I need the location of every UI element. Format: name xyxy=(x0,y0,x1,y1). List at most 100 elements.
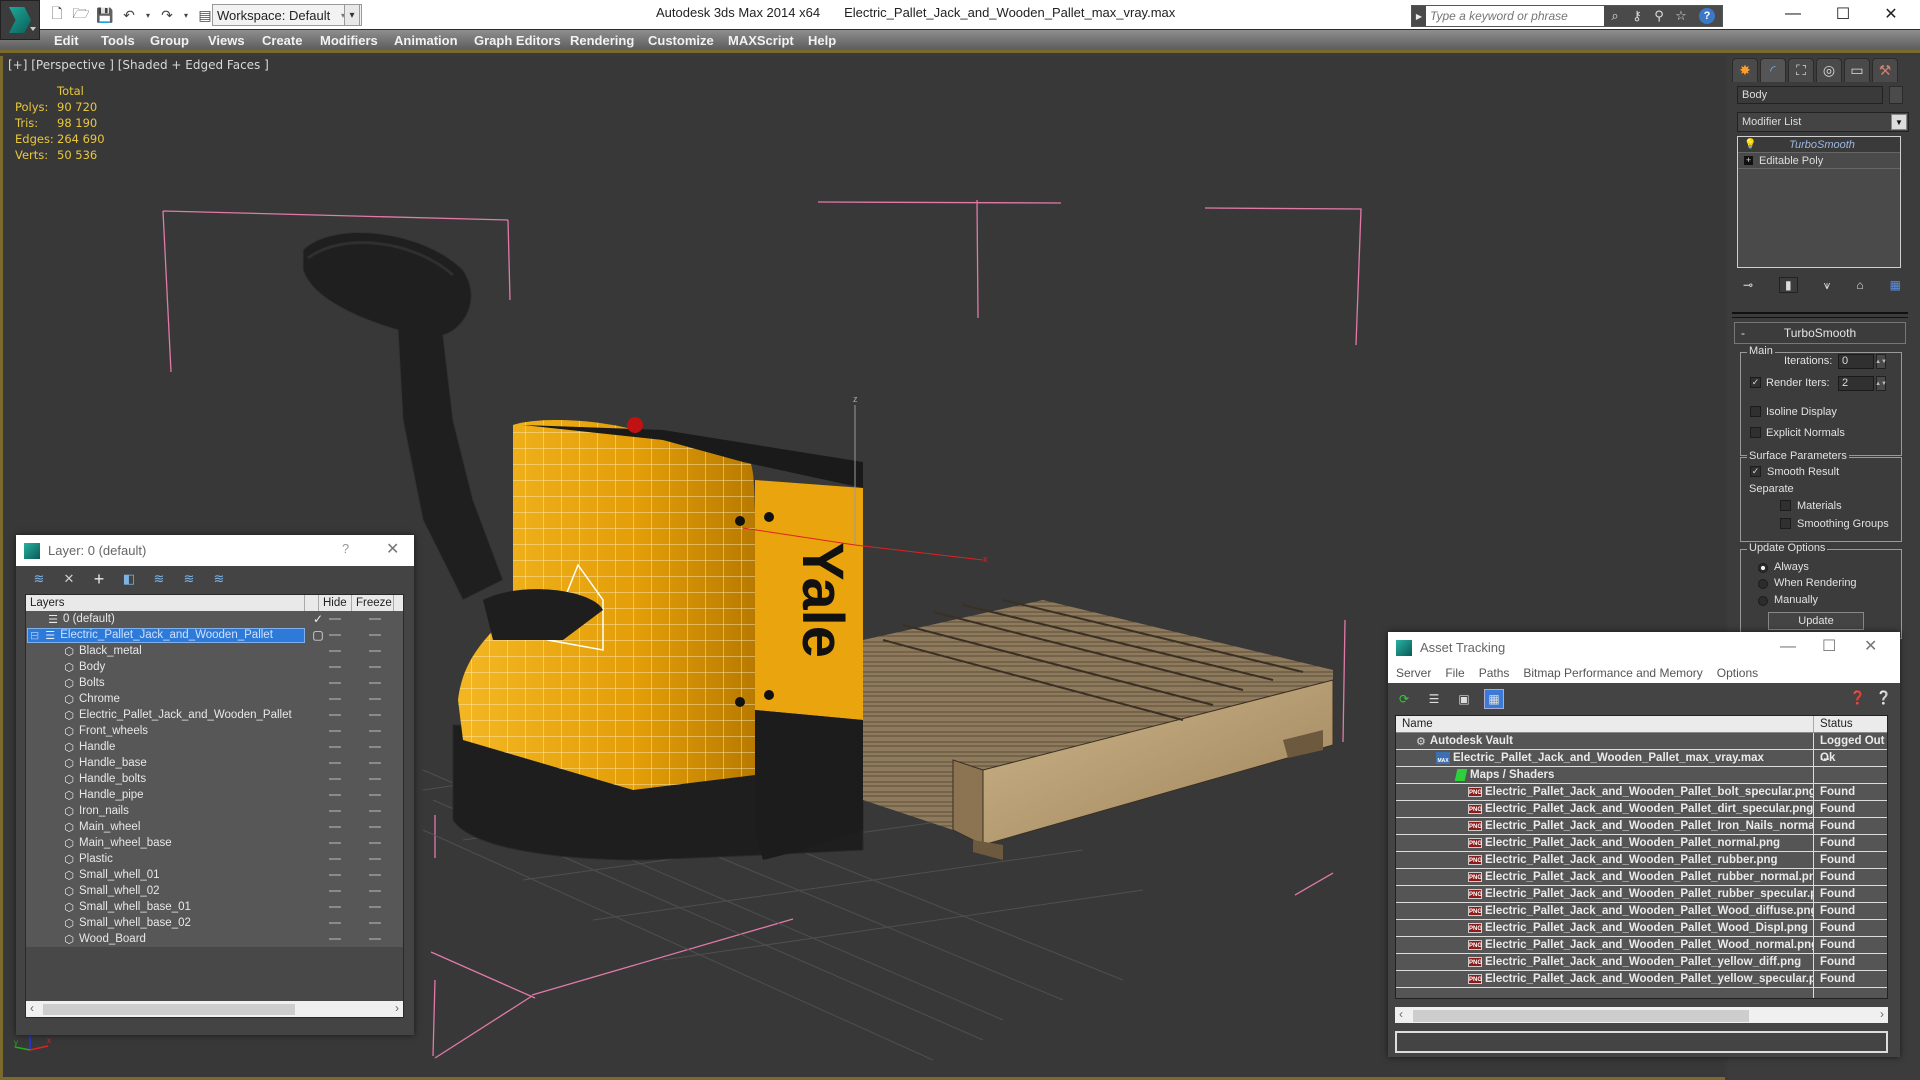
modify-icon[interactable]: ◜ xyxy=(1760,58,1786,82)
satellite-icon[interactable]: ⚲ xyxy=(1648,6,1670,26)
star-icon[interactable]: ☆ xyxy=(1670,6,1692,26)
asset-row[interactable]: PNG Electric_Pallet_Jack_and_Wooden_Palle… xyxy=(1396,852,1887,869)
menu-help[interactable]: Help xyxy=(808,33,836,48)
thumbnail-view-icon[interactable]: ▣ xyxy=(1454,689,1474,709)
stack-item-turbosmooth[interactable]: 💡 TurboSmooth xyxy=(1738,137,1900,153)
asset-row[interactable]: PNG Electric_Pallet_Jack_and_Wooden_Palle… xyxy=(1396,971,1887,988)
asset-row[interactable]: PNG Electric_Pallet_Jack_and_Wooden_Palle… xyxy=(1396,801,1887,818)
render-iters-spinner-field[interactable]: 2 xyxy=(1838,376,1874,391)
asset-name-cell[interactable]: PNG Electric_Pallet_Jack_and_Wooden_Palle… xyxy=(1396,869,1814,885)
asset-name-cell[interactable]: PNG Electric_Pallet_Jack_and_Wooden_Palle… xyxy=(1396,954,1814,970)
asset-row[interactable]: PNG Electric_Pallet_Jack_and_Wooden_Palle… xyxy=(1396,937,1887,954)
maximize-icon[interactable]: ☐ xyxy=(1822,636,1836,656)
object-row[interactable]: ⬡ Plastic xyxy=(26,851,403,867)
scrollbar-thumb[interactable] xyxy=(1413,1010,1749,1022)
object-row[interactable]: ⬡ Handle_bolts xyxy=(26,771,403,787)
freeze-toggle[interactable] xyxy=(369,890,381,892)
hide-toggle[interactable] xyxy=(329,714,341,716)
hierarchy-icon[interactable]: ⛶ xyxy=(1788,58,1814,82)
menu-animation[interactable]: Animation xyxy=(394,33,458,48)
object-name-cell[interactable]: ⬡ Handle_pipe xyxy=(62,789,143,802)
object-name-cell[interactable]: ⬡ Front_wheels xyxy=(62,725,148,738)
add-to-layer-icon[interactable]: + xyxy=(90,569,108,589)
application-menu-button[interactable] xyxy=(0,0,40,40)
show-end-result-icon[interactable]: ▮ xyxy=(1779,277,1798,293)
horizontal-scrollbar[interactable]: ‹ › xyxy=(26,1001,403,1017)
configure-sets-icon[interactable]: ▦ xyxy=(1890,278,1901,292)
object-name-cell[interactable]: ⬡ Handle_base xyxy=(62,757,147,770)
undo-icon[interactable]: ↶ xyxy=(120,6,138,24)
render-iters-spinner-arrows[interactable]: ▲▼ xyxy=(1875,376,1887,391)
asset-row[interactable]: MAX Electric_Pallet_Jack_and_Wooden_Palle… xyxy=(1396,750,1887,767)
menu-maxscript[interactable]: MAXScript xyxy=(728,33,794,48)
hide-freeze-all-icon[interactable]: ≋ xyxy=(210,570,228,588)
object-row[interactable]: ⬡ Chrome xyxy=(26,691,403,707)
menu-rendering[interactable]: Rendering xyxy=(570,33,634,48)
object-row[interactable]: ⬡ Small_whell_02 xyxy=(26,883,403,899)
object-row[interactable]: ⬡ Small_whell_base_02 xyxy=(26,915,403,931)
hide-toggle[interactable] xyxy=(329,858,341,860)
object-row[interactable]: ⬡ Body xyxy=(26,659,403,675)
qat-customize-icon[interactable]: ▾ xyxy=(344,4,360,26)
lightbulb-icon[interactable]: 💡 xyxy=(1744,139,1756,150)
column-freeze[interactable]: Freeze xyxy=(352,595,394,611)
menu-group[interactable]: Group xyxy=(150,33,189,48)
object-name-cell[interactable]: ⬡ Wood_Board xyxy=(62,933,146,946)
save-icon[interactable]: 💾 xyxy=(96,6,114,24)
redo-dropdown-icon[interactable]: ▾ xyxy=(182,6,190,24)
menu-options[interactable]: Options xyxy=(1717,666,1758,680)
asset-name-cell[interactable]: PNG Electric_Pallet_Jack_and_Wooden_Palle… xyxy=(1396,971,1814,987)
help-icon[interactable]: ❔ xyxy=(1876,690,1892,706)
freeze-toggle[interactable] xyxy=(369,842,381,844)
object-name-cell[interactable]: ⬡ Iron_nails xyxy=(62,805,129,818)
hide-toggle[interactable] xyxy=(329,666,341,668)
object-row[interactable]: ⬡ Handle xyxy=(26,739,403,755)
object-name-field[interactable]: Body xyxy=(1737,86,1883,104)
binoculars-icon[interactable]: ⌕ xyxy=(1604,6,1626,26)
column-layers[interactable]: Layers xyxy=(26,595,305,611)
key-icon[interactable]: ⚷ xyxy=(1626,6,1648,26)
object-row[interactable]: ⬡ Wood_Board xyxy=(26,931,403,947)
close-icon[interactable]: ✕ xyxy=(1864,636,1877,656)
menu-customize[interactable]: Customize xyxy=(648,33,714,48)
hide-toggle[interactable] xyxy=(329,842,341,844)
object-row[interactable]: ⬡ Black_metal xyxy=(26,643,403,659)
asset-row[interactable]: PNG Electric_Pallet_Jack_and_Wooden_Palle… xyxy=(1396,920,1887,937)
freeze-toggle[interactable] xyxy=(369,922,381,924)
expand-plus-icon[interactable]: + xyxy=(1744,156,1753,165)
menu-bitmap-performance[interactable]: Bitmap Performance and Memory xyxy=(1523,666,1702,680)
update-always-radio[interactable] xyxy=(1758,563,1768,573)
layer-name-cell[interactable]: ⊟ ☰ Electric_Pallet_Jack_and_Wooden_Pallet xyxy=(27,627,305,643)
hide-toggle[interactable] xyxy=(329,794,341,796)
object-name-cell[interactable]: ⬡ Small_whell_02 xyxy=(62,885,159,898)
freeze-toggle[interactable] xyxy=(369,874,381,876)
table-view-icon[interactable]: ▦ xyxy=(1484,689,1504,709)
materials-checkbox[interactable] xyxy=(1780,500,1791,511)
hide-toggle[interactable] xyxy=(329,874,341,876)
asset-name-cell[interactable]: MAX Electric_Pallet_Jack_and_Wooden_Palle… xyxy=(1396,750,1814,766)
vault-help-icon[interactable]: ❓ xyxy=(1850,690,1866,706)
freeze-toggle[interactable] xyxy=(369,778,381,780)
redo-icon[interactable]: ↷ xyxy=(158,6,176,24)
make-unique-icon[interactable]: ⩛ xyxy=(1824,278,1831,293)
freeze-toggle[interactable] xyxy=(369,698,381,700)
object-name-cell[interactable]: ⬡ Handle_bolts xyxy=(62,773,146,786)
close-icon[interactable]: ✕ xyxy=(386,539,399,559)
horizontal-scrollbar[interactable]: ‹ › xyxy=(1395,1007,1888,1023)
asset-row[interactable]: ⚙ Autodesk Vault Logged Out ... xyxy=(1396,733,1887,763)
asset-name-cell[interactable]: PNG Electric_Pallet_Jack_and_Wooden_Palle… xyxy=(1396,886,1814,902)
highlight-layer-icon[interactable]: ≋ xyxy=(180,570,198,588)
layer-row[interactable]: ☰ 0 (default) ✓ xyxy=(26,611,403,627)
freeze-toggle[interactable] xyxy=(369,650,381,652)
asset-row[interactable]: Maps / Shaders xyxy=(1396,767,1887,784)
display-icon[interactable]: ▭ xyxy=(1844,58,1870,82)
iterations-spinner-arrows[interactable]: ▲▼ xyxy=(1875,354,1887,369)
hide-toggle[interactable] xyxy=(329,810,341,812)
select-layer-icon[interactable]: ≋ xyxy=(150,570,168,588)
menu-modifiers[interactable]: Modifiers xyxy=(320,33,378,48)
freeze-toggle[interactable] xyxy=(369,666,381,668)
object-row[interactable]: ⬡ Electric_Pallet_Jack_and_Wooden_Pallet xyxy=(26,707,403,723)
column-status[interactable]: Status xyxy=(1814,716,1887,732)
asset-row[interactable]: PNG Electric_Pallet_Jack_and_Wooden_Palle… xyxy=(1396,886,1887,903)
asset-row[interactable]: PNG Electric_Pallet_Jack_and_Wooden_Palle… xyxy=(1396,903,1887,920)
